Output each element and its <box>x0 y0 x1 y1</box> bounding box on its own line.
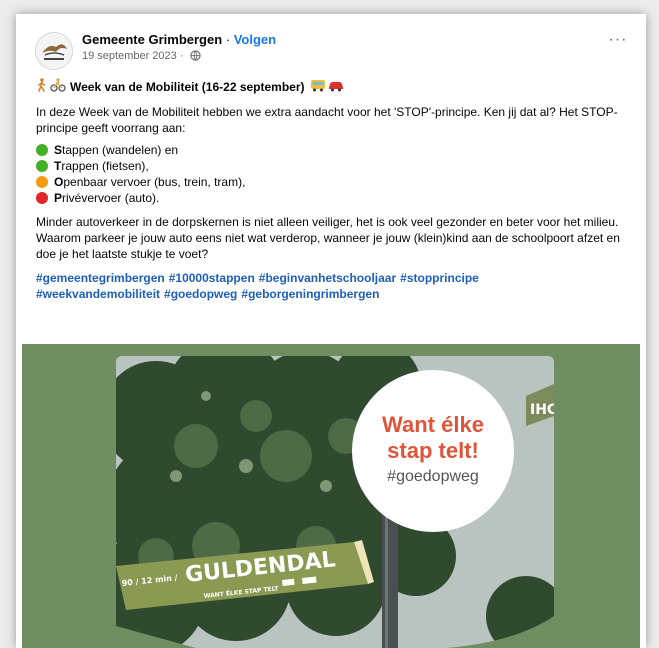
list-item: Openbaar vervoer (bus, trein, tram), <box>36 174 641 190</box>
body-paragraph: Minder autoverkeer in de dorpskernen is … <box>36 215 620 261</box>
green-circle-icon <box>36 144 48 156</box>
author-name[interactable]: Gemeente Grimbergen <box>82 32 222 47</box>
post-title-text: Week van de Mobiliteit (16-22 september) <box>70 80 305 94</box>
car-icon <box>328 79 344 96</box>
item-text: penbaar vervoer (bus, trein, tram), <box>63 175 246 189</box>
grimbergen-logo-icon[interactable] <box>35 32 73 70</box>
post-title: Week van de Mobiliteit (16-22 september) <box>36 78 641 96</box>
hashtag-link[interactable]: #weekvandemobiliteit <box>36 287 160 301</box>
item-text: rivévervoer (auto). <box>62 191 160 205</box>
item-initial: S <box>54 143 63 157</box>
list-item: Stappen (wandelen) en <box>36 142 641 158</box>
item-initial: T <box>54 159 62 173</box>
hashtag-link[interactable]: #stopprincipe <box>400 271 479 285</box>
slogan-badge: Want élke stap telt! #goedopweg <box>352 370 514 532</box>
green-circle-icon <box>36 160 48 172</box>
post-meta: 19 september 2023 · <box>82 50 201 64</box>
stop-principle-list: Stappen (wandelen) en Trappen (fietsen),… <box>36 142 641 206</box>
hashtag-link[interactable]: #geborgeningrimbergen <box>241 287 379 301</box>
post-header: Gemeente Grimbergen · Volgen 19 septembe… <box>24 26 638 72</box>
walking-person-icon <box>36 78 48 96</box>
item-initial: O <box>54 175 64 189</box>
cyclist-icon <box>50 78 66 96</box>
badge-headline-2: stap telt! <box>387 438 479 463</box>
list-item: Privévervoer (auto). <box>36 190 641 206</box>
badge-headline-1: Want élke <box>382 412 484 437</box>
author-separator: · <box>222 32 234 47</box>
orange-circle-icon <box>36 176 48 188</box>
bus-icon <box>310 79 326 96</box>
list-item: Trappen (fietsen), <box>36 158 641 174</box>
follow-button[interactable]: Volgen <box>234 32 276 47</box>
post-text: Week van de Mobiliteit (16-22 september)… <box>36 78 641 302</box>
item-text: rappen (fietsen), <box>61 159 149 173</box>
item-initial: P <box>54 191 63 205</box>
hashtag-list: #gemeentegrimbergen #10000stappen #beginva… <box>36 270 641 302</box>
badge-hashtag: #goedopweg <box>387 468 479 485</box>
guldendal-street-sign: GULDENDAL 90 / 12 min / WANT ÉLKE STAP T… <box>116 540 374 610</box>
author-line: Gemeente Grimbergen · Volgen <box>82 32 276 47</box>
more-options-button[interactable]: ··· <box>606 32 630 52</box>
item-text: tappen (wandelen) en <box>62 143 179 157</box>
globe-icon <box>189 50 201 64</box>
hashtag-link[interactable]: #10000stappen <box>169 271 255 285</box>
red-circle-icon <box>36 192 48 204</box>
hashtag-link[interactable]: #gemeentegrimbergen <box>36 271 165 285</box>
post-date[interactable]: 19 september 2023 · <box>82 50 187 62</box>
hashtag-link[interactable]: #goedopweg <box>164 287 237 301</box>
intro-paragraph: In deze Week van de Mobiliteit hebben we… <box>36 105 618 135</box>
facebook-post-card: Gemeente Grimbergen · Volgen 19 septembe… <box>16 14 646 648</box>
hashtag-link[interactable]: #beginvanhetschooljaar <box>259 271 396 285</box>
sign-fragment-text: IHC <box>530 402 554 418</box>
